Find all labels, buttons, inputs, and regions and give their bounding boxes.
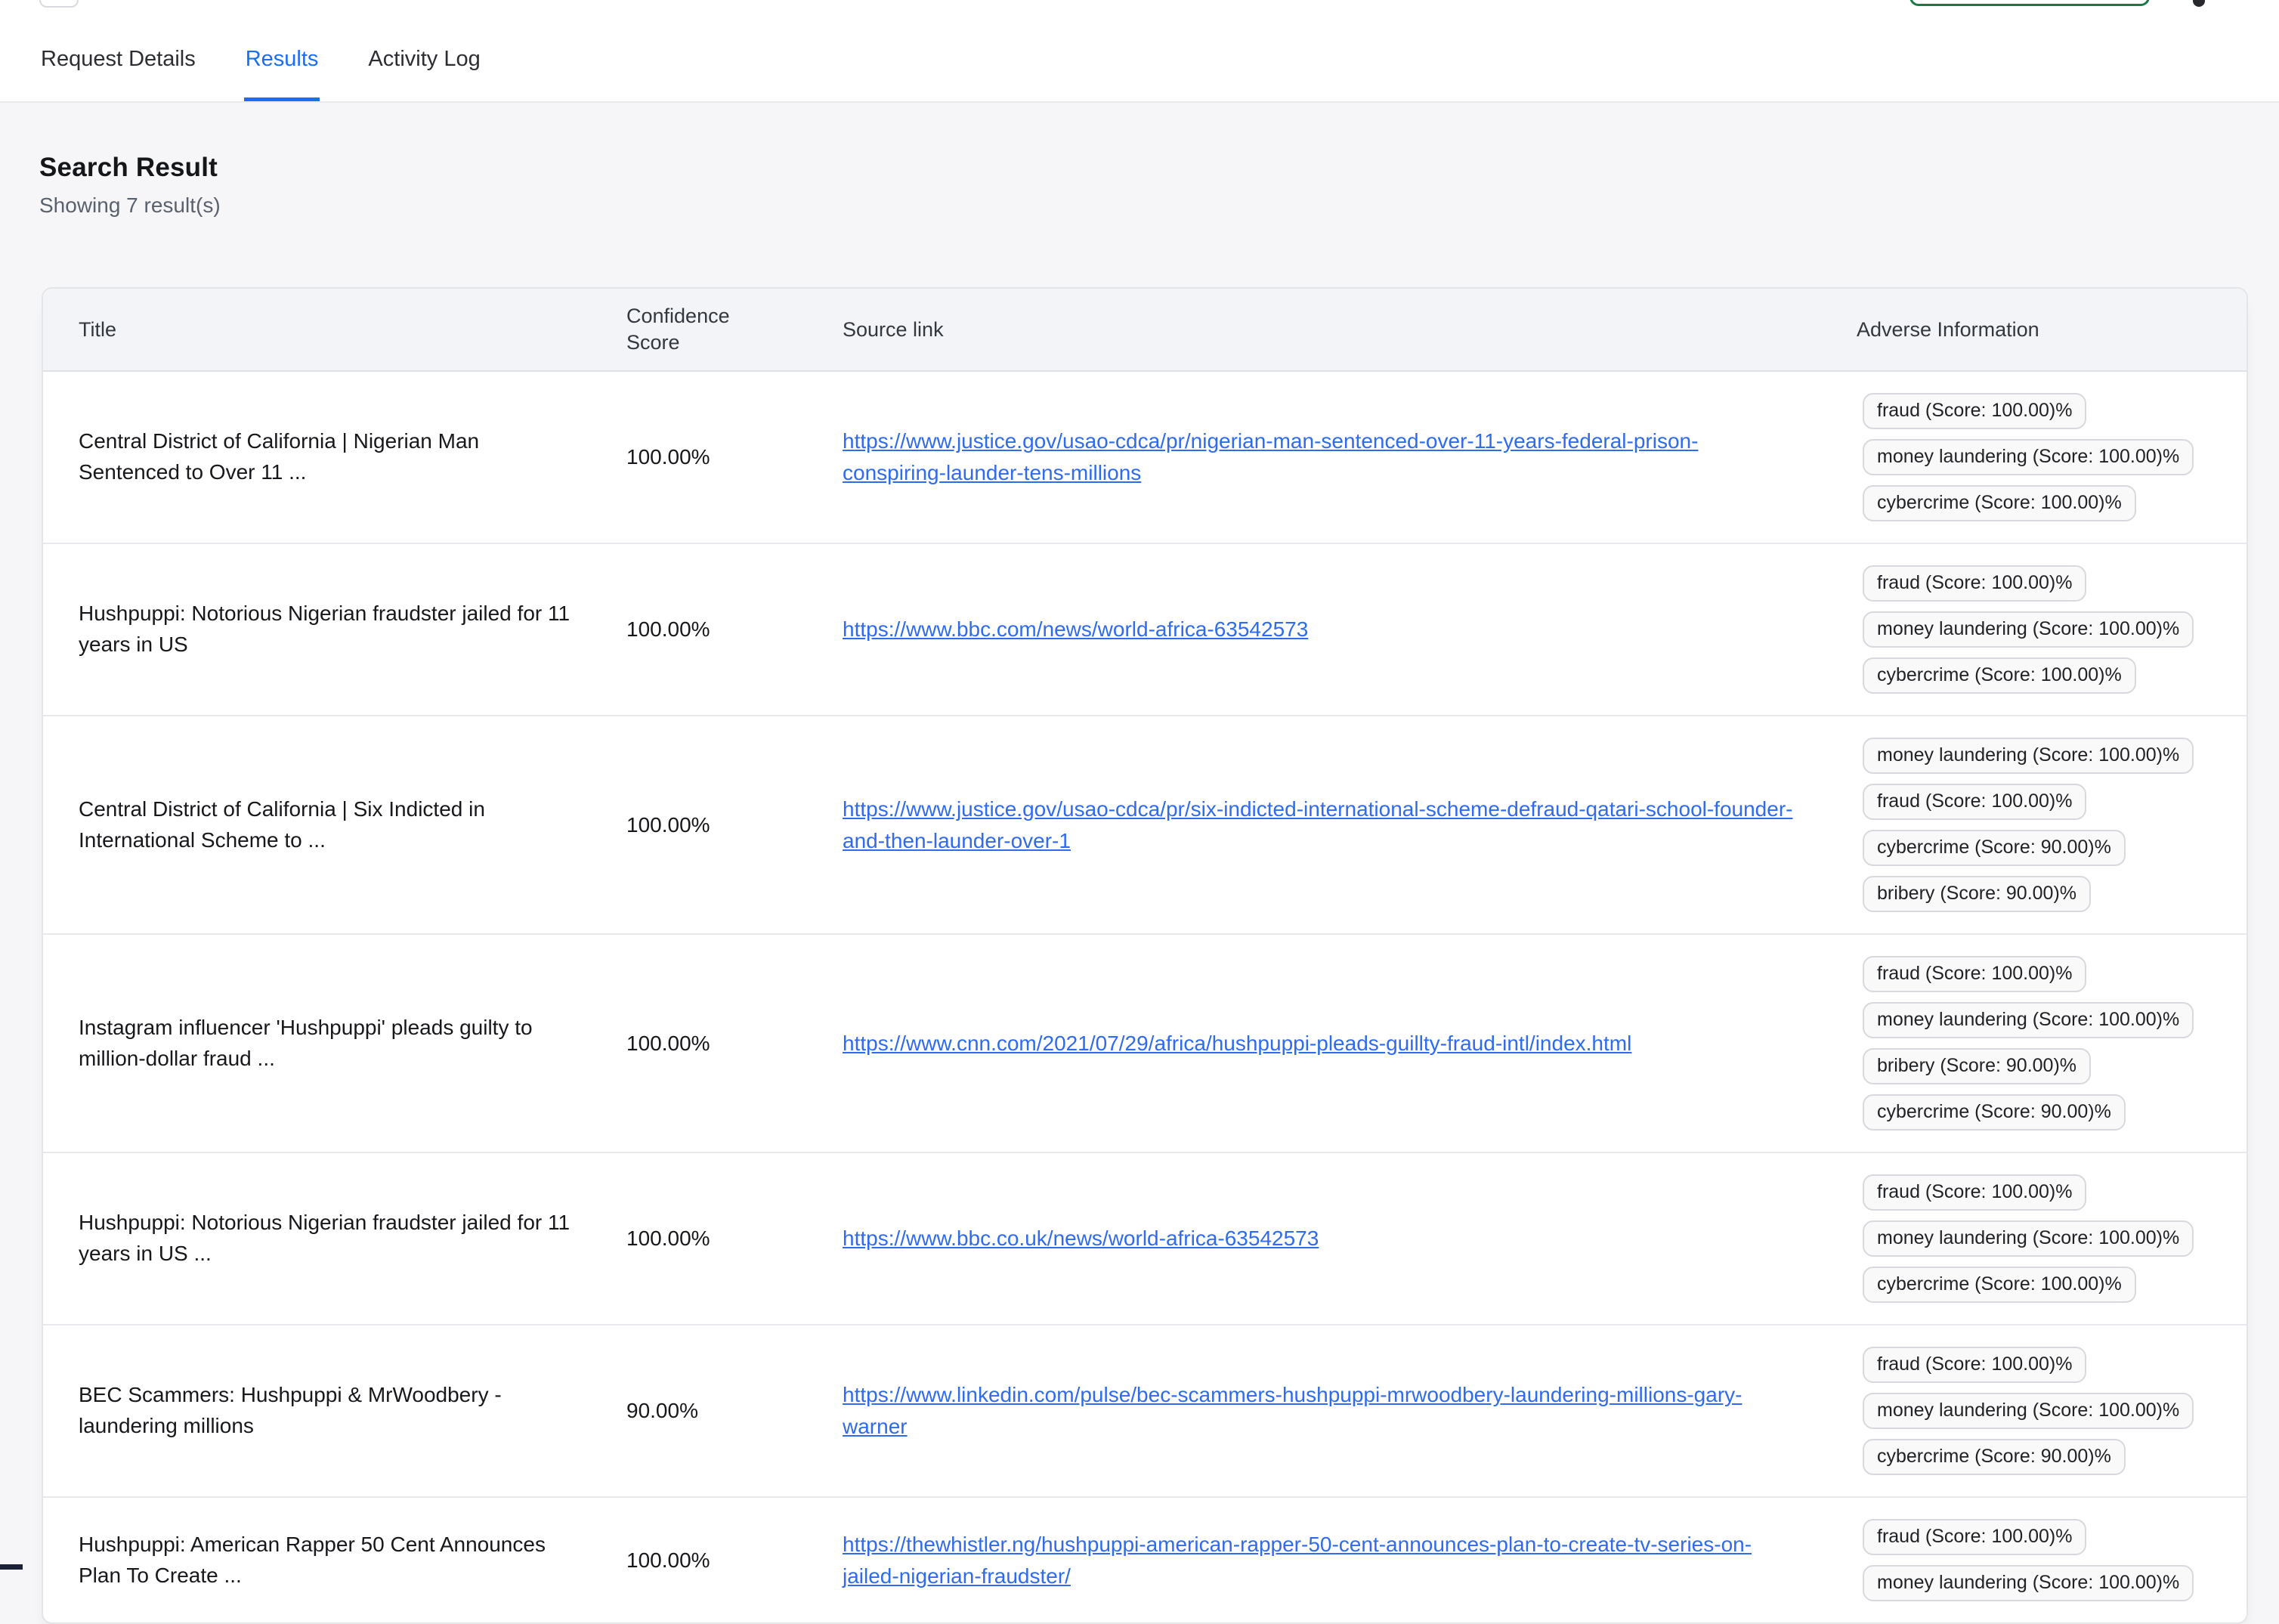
confidence-score-value: 100.00% bbox=[626, 445, 843, 469]
table-row: Instagram influencer 'Hushpuppi' pleads … bbox=[43, 935, 2247, 1153]
table-row: Central District of California | Six Ind… bbox=[43, 716, 2247, 935]
confidence-score-value: 100.00% bbox=[626, 1032, 843, 1056]
adverse-badge: money laundering (Score: 100.00)% bbox=[1863, 1393, 2194, 1429]
confidence-score-value: 90.00% bbox=[626, 1399, 843, 1423]
adverse-information-badges: fraud (Score: 100.00)% money laundering (… bbox=[1857, 391, 2247, 523]
source-link[interactable]: https://www.cnn.com/2021/07/29/africa/hu… bbox=[843, 1032, 1631, 1055]
adverse-badge: cybercrime (Score: 100.00)% bbox=[1863, 657, 2136, 694]
adverse-information-badges: fraud (Score: 100.00)% money laundering (… bbox=[1857, 1345, 2247, 1477]
column-header-title: Title bbox=[79, 306, 626, 354]
adverse-badge: money laundering (Score: 100.00)% bbox=[1863, 1220, 2194, 1257]
table-row: Hushpuppi: Notorious Nigerian fraudster … bbox=[43, 1153, 2247, 1325]
tab-request-details[interactable]: Request Details bbox=[39, 47, 197, 101]
result-count-text: Showing 7 result(s) bbox=[39, 193, 2240, 218]
search-result-section: Search Result Showing 7 result(s) Title … bbox=[0, 103, 2279, 1624]
tab-results[interactable]: Results bbox=[244, 47, 320, 101]
top-left-partial-control[interactable] bbox=[39, 0, 79, 8]
adverse-badge: fraud (Score: 100.00)% bbox=[1863, 565, 2086, 602]
top-right-outline-button[interactable] bbox=[1909, 0, 2150, 6]
adverse-badge: fraud (Score: 100.00)% bbox=[1863, 393, 2086, 429]
source-link[interactable]: https://www.justice.gov/usao-cdca/pr/nig… bbox=[843, 429, 1698, 484]
result-title: Instagram influencer 'Hushpuppi' pleads … bbox=[79, 1013, 626, 1074]
adverse-badge: fraud (Score: 100.00)% bbox=[1863, 1174, 2086, 1211]
confidence-score-value: 100.00% bbox=[626, 813, 843, 837]
adverse-badge: fraud (Score: 100.00)% bbox=[1863, 1347, 2086, 1383]
adverse-information-badges: fraud (Score: 100.00)% money laundering (… bbox=[1857, 954, 2247, 1132]
result-title: Hushpuppi: Notorious Nigerian fraudster … bbox=[79, 599, 626, 660]
source-link[interactable]: https://thewhistler.ng/hushpuppi-america… bbox=[843, 1533, 1752, 1588]
adverse-badge: money laundering (Score: 100.00)% bbox=[1863, 611, 2194, 648]
result-title: BEC Scammers: Hushpuppi & MrWoodbery - l… bbox=[79, 1380, 626, 1441]
confidence-score-value: 100.00% bbox=[626, 1227, 843, 1251]
source-link[interactable]: https://www.bbc.co.uk/news/world-africa-… bbox=[843, 1227, 1319, 1250]
table-row: Hushpuppi: American Rapper 50 Cent Annou… bbox=[43, 1498, 2247, 1622]
adverse-badge: cybercrime (Score: 100.00)% bbox=[1863, 485, 2136, 521]
adverse-badge: cybercrime (Score: 90.00)% bbox=[1863, 830, 2126, 866]
adverse-badge: money laundering (Score: 100.00)% bbox=[1863, 738, 2194, 774]
adverse-information-badges: fraud (Score: 100.00)% money laundering (… bbox=[1857, 1173, 2247, 1304]
table-header-row: Title Confidence Score Source link Adver… bbox=[43, 289, 2247, 372]
confidence-score-value: 100.00% bbox=[626, 1548, 843, 1573]
adverse-information-badges: fraud (Score: 100.00)% money laundering (… bbox=[1857, 1517, 2247, 1603]
adverse-badge: cybercrime (Score: 90.00)% bbox=[1863, 1094, 2126, 1131]
adverse-badge: bribery (Score: 90.00)% bbox=[1863, 1048, 2091, 1084]
adverse-badge: fraud (Score: 100.00)% bbox=[1863, 956, 2086, 992]
source-link[interactable]: https://www.justice.gov/usao-cdca/pr/six… bbox=[843, 797, 1792, 852]
adverse-badge: money laundering (Score: 100.00)% bbox=[1863, 1565, 2194, 1601]
bottom-left-dark-strip bbox=[0, 1564, 23, 1570]
source-link[interactable]: https://www.bbc.com/news/world-africa-63… bbox=[843, 617, 1308, 641]
results-table: Title Confidence Score Source link Adver… bbox=[42, 287, 2248, 1624]
table-row: Hushpuppi: Notorious Nigerian fraudster … bbox=[43, 544, 2247, 716]
source-link[interactable]: https://www.linkedin.com/pulse/bec-scamm… bbox=[843, 1383, 1742, 1438]
top-tab-bar: Request Details Results Activity Log bbox=[0, 0, 2279, 103]
confidence-score-value: 100.00% bbox=[626, 617, 843, 642]
tab-activity-log[interactable]: Activity Log bbox=[366, 47, 481, 101]
adverse-information-badges: money laundering (Score: 100.00)% fraud (… bbox=[1857, 736, 2247, 914]
adverse-badge: cybercrime (Score: 90.00)% bbox=[1863, 1439, 2126, 1475]
adverse-badge: fraud (Score: 100.00)% bbox=[1863, 784, 2086, 820]
table-body: Central District of California | Nigeria… bbox=[43, 372, 2247, 1622]
adverse-badge: money laundering (Score: 100.00)% bbox=[1863, 1002, 2194, 1038]
top-right-partial-icon bbox=[2193, 0, 2205, 7]
adverse-badge: money laundering (Score: 100.00)% bbox=[1863, 439, 2194, 475]
adverse-badge: fraud (Score: 100.00)% bbox=[1863, 1519, 2086, 1555]
column-header-adverse-information: Adverse Information bbox=[1857, 306, 2247, 354]
result-title: Hushpuppi: American Rapper 50 Cent Annou… bbox=[79, 1530, 626, 1591]
result-title: Central District of California | Nigeria… bbox=[79, 426, 626, 487]
column-header-confidence-score: Confidence Score bbox=[626, 291, 843, 368]
result-title: Hushpuppi: Notorious Nigerian fraudster … bbox=[79, 1208, 626, 1269]
tab-list: Request Details Results Activity Log bbox=[39, 47, 482, 101]
adverse-information-badges: fraud (Score: 100.00)% money laundering (… bbox=[1857, 564, 2247, 695]
page-title: Search Result bbox=[39, 153, 2240, 183]
adverse-badge: cybercrime (Score: 100.00)% bbox=[1863, 1267, 2136, 1303]
column-header-source-link: Source link bbox=[843, 306, 1857, 354]
result-title: Central District of California | Six Ind… bbox=[79, 794, 626, 855]
adverse-badge: bribery (Score: 90.00)% bbox=[1863, 876, 2091, 912]
table-row: Central District of California | Nigeria… bbox=[43, 372, 2247, 544]
table-row: BEC Scammers: Hushpuppi & MrWoodbery - l… bbox=[43, 1325, 2247, 1498]
